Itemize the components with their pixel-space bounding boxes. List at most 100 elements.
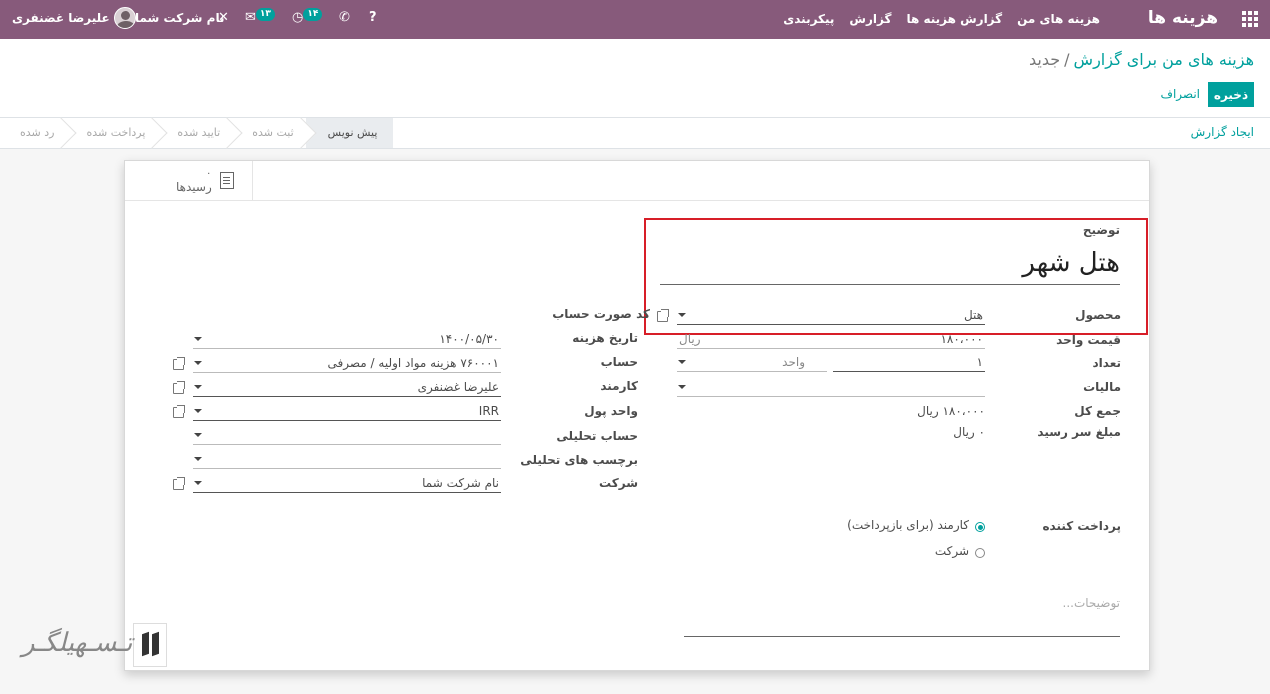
amount-due-value: ۰ ریال bbox=[953, 425, 985, 439]
messages-badge: ۱۳ bbox=[255, 8, 275, 21]
employee-value: علیرضا غضنفری bbox=[417, 380, 499, 394]
product-label: محصول bbox=[1075, 308, 1121, 322]
chevron-down-icon bbox=[678, 385, 686, 389]
activity-icon[interactable]: ۱۴◷ bbox=[292, 8, 323, 28]
chevron-down-icon bbox=[194, 337, 202, 341]
activity-badge: ۱۴ bbox=[303, 8, 323, 21]
receipts-smart-button[interactable]: ۰ رسیدها bbox=[159, 161, 253, 200]
watermark-text: تـسـهیلگـر bbox=[22, 628, 133, 658]
breadcrumb-parent[interactable]: هزینه های من برای گزارش bbox=[1074, 50, 1254, 69]
unit-price-field[interactable]: ۱۸۰،۰۰۰ ریال bbox=[677, 330, 985, 349]
main-menu: هزینه های من گزارش هزینه ها گزارش پیکربن… bbox=[783, 12, 1100, 26]
chevron-down-icon bbox=[194, 433, 202, 437]
unit-price-label: قیمت واحد bbox=[1056, 333, 1121, 347]
form-sheet: ۰ رسیدها توضیح هتل شهر محصول هتل قیمت وا… bbox=[124, 160, 1150, 671]
messages-icon[interactable]: ۱۳✉ bbox=[245, 8, 275, 28]
currency-label: واحد پول bbox=[584, 404, 638, 418]
uom-field[interactable]: واحد bbox=[677, 353, 827, 372]
taxes-label: مالیات bbox=[1083, 380, 1121, 394]
quantity-value: ۱ bbox=[976, 355, 983, 369]
chevron-down-icon bbox=[194, 409, 202, 413]
product-value: هتل bbox=[963, 308, 983, 322]
breadcrumb: هزینه های من برای گزارش/جدید bbox=[1029, 50, 1254, 69]
external-link-icon[interactable] bbox=[657, 309, 669, 322]
external-link-icon[interactable] bbox=[173, 405, 185, 418]
receipts-label: رسیدها bbox=[176, 180, 212, 194]
bill-reference-label: کد صورت حساب bbox=[552, 307, 650, 321]
description-label: توضیح bbox=[1082, 223, 1120, 237]
chevron-down-icon bbox=[194, 361, 202, 365]
company-label: شرکت bbox=[599, 476, 638, 490]
account-label: حساب bbox=[600, 355, 638, 369]
menu-my-expenses[interactable]: هزینه های من bbox=[1017, 12, 1100, 26]
receipts-count: ۰ bbox=[206, 168, 212, 179]
expense-date-label: تاریخ هزینه bbox=[572, 331, 638, 345]
stage-pipeline: رد شده پرداخت شده تایید شده ثبت شده پیش … bbox=[0, 118, 394, 148]
company-switcher[interactable]: نام شرکت شما bbox=[135, 11, 224, 25]
analytic-tags-label: برچسب های تحلیلی bbox=[520, 453, 638, 467]
top-navbar: هزینه ها هزینه های من گزارش هزینه ها گزا… bbox=[0, 0, 1270, 39]
notes-placeholder: توضیحات... bbox=[1062, 596, 1121, 610]
total-label: جمع کل bbox=[1074, 404, 1121, 418]
external-link-icon[interactable] bbox=[173, 381, 185, 394]
expense-date-value: ۱۴۰۰/۰۵/۳۰ bbox=[439, 332, 499, 346]
external-link-icon[interactable] bbox=[173, 357, 185, 370]
button-box: ۰ رسیدها bbox=[125, 161, 1149, 201]
analytic-account-field[interactable] bbox=[193, 426, 501, 445]
breadcrumb-separator: / bbox=[1064, 50, 1070, 69]
stage-refused[interactable]: رد شده bbox=[0, 118, 66, 148]
paid-by-employee-radio[interactable] bbox=[975, 522, 985, 532]
stage-approved[interactable]: تایید شده bbox=[157, 118, 232, 148]
menu-configuration[interactable]: پیکربندی bbox=[783, 12, 834, 26]
analytic-account-label: حساب تحلیلی bbox=[556, 429, 638, 443]
phone-icon[interactable]: ✆ bbox=[339, 8, 350, 28]
notes-field[interactable]: توضیحات... bbox=[684, 591, 1120, 637]
employee-label: کارمند bbox=[600, 379, 638, 393]
app-brand[interactable]: هزینه ها bbox=[1148, 8, 1218, 28]
avatar bbox=[113, 7, 136, 29]
taxes-field[interactable] bbox=[677, 378, 985, 397]
chevron-down-icon bbox=[678, 360, 686, 364]
stage-paid[interactable]: پرداخت شده bbox=[66, 118, 157, 148]
stage-draft[interactable]: پیش نویس bbox=[305, 118, 394, 148]
total-value: ۱۸۰،۰۰۰ ریال bbox=[917, 404, 985, 418]
discard-button[interactable]: انصراف bbox=[1161, 82, 1200, 107]
user-name: علیرضا غضنفری bbox=[12, 11, 110, 25]
description-input[interactable]: هتل شهر bbox=[660, 241, 1120, 285]
unit-price-currency: ریال bbox=[679, 332, 701, 346]
chevron-down-icon bbox=[194, 481, 202, 485]
paid-by-company-label[interactable]: شرکت bbox=[935, 544, 969, 558]
unit-price-value: ۱۸۰،۰۰۰ bbox=[940, 332, 983, 346]
currency-value: IRR bbox=[478, 404, 499, 418]
save-button[interactable]: ذخیره bbox=[1208, 82, 1254, 107]
watermark-logo-icon bbox=[133, 623, 167, 667]
stage-submitted[interactable]: ثبت شده bbox=[232, 118, 305, 148]
company-value: نام شرکت شما bbox=[422, 476, 499, 490]
currency-field[interactable]: IRR bbox=[193, 402, 501, 421]
external-link-icon[interactable] bbox=[173, 477, 185, 490]
paid-by-company-radio[interactable] bbox=[975, 548, 985, 558]
menu-expense-reports[interactable]: گزارش هزینه ها bbox=[906, 12, 1002, 26]
apps-grid-icon[interactable] bbox=[1242, 11, 1258, 27]
menu-reporting[interactable]: گزارش bbox=[849, 12, 891, 26]
quantity-field[interactable]: ۱ bbox=[833, 353, 985, 372]
breadcrumb-current: جدید bbox=[1029, 50, 1061, 69]
chevron-down-icon bbox=[194, 385, 202, 389]
expense-date-field[interactable]: ۱۴۰۰/۰۵/۳۰ bbox=[193, 330, 501, 349]
amount-due-label: مبلغ سر رسید bbox=[1037, 425, 1121, 439]
help-icon[interactable]: ? bbox=[369, 8, 377, 28]
user-menu[interactable]: علیرضا غضنفری bbox=[12, 7, 136, 29]
paid-by-employee-label[interactable]: کارمند (برای بازپرداخت) bbox=[847, 518, 969, 532]
paid-by-label: پرداخت کننده bbox=[1042, 519, 1121, 533]
chevron-down-icon bbox=[678, 313, 686, 317]
employee-field[interactable]: علیرضا غضنفری bbox=[193, 378, 501, 397]
create-report-button[interactable]: ایجاد گزارش bbox=[1191, 125, 1254, 139]
uom-value: واحد bbox=[782, 355, 805, 369]
analytic-tags-field[interactable] bbox=[193, 450, 501, 469]
status-bar: ایجاد گزارش رد شده پرداخت شده تایید شده … bbox=[0, 117, 1270, 149]
chevron-down-icon bbox=[194, 457, 202, 461]
company-field[interactable]: نام شرکت شما bbox=[193, 474, 501, 493]
product-field[interactable]: هتل bbox=[677, 306, 985, 325]
quantity-label: تعداد bbox=[1092, 356, 1121, 370]
account-field[interactable]: ۷۶۰۰۰۱ هزینه مواد اولیه / مصرفی bbox=[193, 354, 501, 373]
